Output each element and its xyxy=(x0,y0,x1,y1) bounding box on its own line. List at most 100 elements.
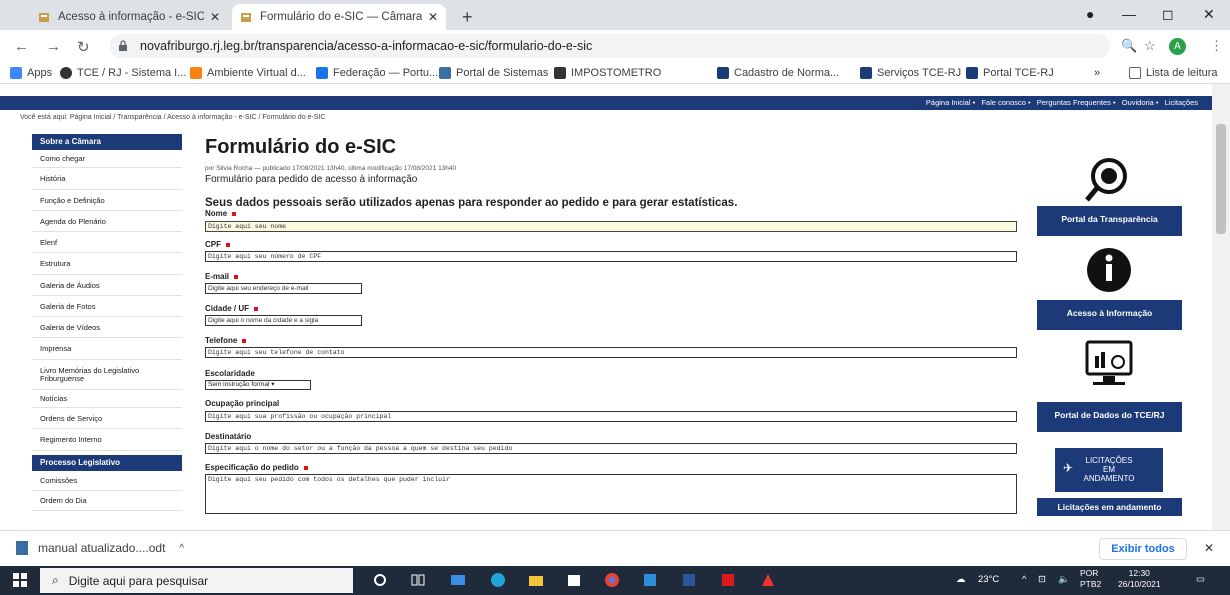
ocupacao-input[interactable]: Digite aqui sua profissão ou ocupação pr… xyxy=(205,411,1017,422)
task-view-icon[interactable] xyxy=(410,572,426,588)
tab-acesso-informacao[interactable]: Acesso à informação - e-SIC — C ✕ xyxy=(30,4,228,30)
sidebar-item[interactable]: Livro Memórias do Legislativo Friburguen… xyxy=(32,360,182,390)
nav-perguntas-frequentes[interactable]: Perguntas Frequentes xyxy=(1037,98,1111,107)
monitor-chart-icon[interactable] xyxy=(1037,334,1182,404)
nome-input[interactable]: Digite aqui seu nome xyxy=(205,221,1017,232)
escolaridade-select[interactable]: Sem instrução formal ▾ xyxy=(205,380,311,390)
close-icon[interactable]: ✕ xyxy=(210,10,220,24)
sidebar-item[interactable]: Regimento Interno xyxy=(32,429,182,451)
maximize-icon[interactable]: ◻ xyxy=(1162,6,1174,23)
sidebar-item[interactable]: Como chegar xyxy=(32,150,182,168)
app-red-icon[interactable] xyxy=(760,572,776,588)
banner-licitacoes[interactable]: Licitações em andamento xyxy=(1037,498,1182,516)
store-icon[interactable] xyxy=(566,572,582,588)
bookmark-label: Cadastro de Norma... xyxy=(734,67,840,79)
chevron-up-icon[interactable]: ^ xyxy=(179,543,184,554)
email-input[interactable]: Digite aqui seu endereço de e-mail xyxy=(205,283,362,294)
star-icon[interactable]: ☆ xyxy=(1144,38,1156,54)
download-shelf: manual atualizado....odt ^ Exibir todos … xyxy=(0,530,1230,566)
reload-icon[interactable]: ↻ xyxy=(77,38,90,56)
bookmark-apps[interactable]: Apps xyxy=(10,67,52,79)
notifications-icon[interactable]: ▭ xyxy=(1196,574,1205,585)
windows-start-icon[interactable] xyxy=(12,572,28,588)
page-scrollbar[interactable] xyxy=(1212,84,1230,530)
sidebar-item[interactable]: Notícias xyxy=(32,390,182,408)
weather-icon[interactable]: ☁ xyxy=(956,574,966,585)
acrobat-icon[interactable] xyxy=(720,572,736,588)
tray-chevron-icon[interactable]: ^ xyxy=(1022,574,1026,585)
sidebar-item[interactable]: Galeria de Áudios xyxy=(32,275,182,296)
sidebar-item[interactable]: Galeria de Fotos xyxy=(32,296,182,317)
sidebar-section-processo[interactable]: Processo Legislativo xyxy=(32,455,182,471)
required-marker xyxy=(303,465,308,470)
nav-ouvidoria[interactable]: Ouvidoria xyxy=(1122,98,1154,107)
sidebar-item[interactable]: Galeria de Vídeos xyxy=(32,317,182,338)
transparencia-graphic[interactable] xyxy=(1037,154,1182,204)
info-icon[interactable] xyxy=(1037,242,1182,300)
sidebar-item[interactable]: Comissões xyxy=(32,471,182,491)
close-icon[interactable]: ✕ xyxy=(428,10,438,24)
banner-acesso-informacao[interactable]: Acesso à Informação xyxy=(1037,300,1182,330)
show-all-downloads-button[interactable]: Exibir todos xyxy=(1099,538,1187,560)
sidebar-item[interactable]: Função e Definição xyxy=(32,190,182,211)
telefone-input[interactable]: Digite aqui seu telefone de contato xyxy=(205,347,1017,358)
bookmark-portal-sistemas[interactable]: Portal de Sistemas xyxy=(439,67,548,79)
bookmark-federacao[interactable]: Federação — Portu... xyxy=(316,67,438,79)
profile-avatar[interactable]: A xyxy=(1169,38,1186,55)
language-indicator[interactable]: POR PTB2 xyxy=(1080,568,1101,590)
bookmark-impostometro[interactable]: IMPOSTOMETRO xyxy=(554,67,661,79)
cpf-input[interactable]: Digite aqui seu número de CPF xyxy=(205,251,1017,262)
nav-pagina-inicial[interactable]: Página Inicial xyxy=(926,98,971,107)
close-shelf-icon[interactable]: ✕ xyxy=(1204,541,1214,555)
pedido-textarea[interactable]: Digite aqui seu pedido com todos os deta… xyxy=(205,474,1017,514)
calculator-icon[interactable] xyxy=(642,572,658,588)
zoom-icon[interactable]: 🔍 xyxy=(1121,38,1137,54)
taskbar-search[interactable]: ⌕ Digite aqui para pesquisar xyxy=(40,568,353,593)
minimize-icon[interactable]: — xyxy=(1122,6,1136,22)
window-close-icon[interactable]: ✕ xyxy=(1203,6,1215,23)
sidebar-item[interactable]: História xyxy=(32,168,182,190)
bookmark-tce-sistema[interactable]: TCE / RJ - Sistema I... xyxy=(60,67,186,79)
menu-kebab-icon[interactable]: ⋮ xyxy=(1210,38,1223,54)
word-icon[interactable] xyxy=(681,572,697,588)
volume-icon[interactable]: 🔈 xyxy=(1058,574,1070,585)
banner-portal-transparencia[interactable]: Portal da Transparência xyxy=(1037,206,1182,236)
reading-list[interactable]: Lista de leitura xyxy=(1129,67,1218,79)
temperature[interactable]: 23°C xyxy=(978,574,999,585)
clock[interactable]: 12:30 26/10/2021 xyxy=(1118,568,1161,590)
back-arrow-icon[interactable]: ← xyxy=(14,38,29,55)
bookmark-portal-tce[interactable]: Portal TCE-RJ xyxy=(966,67,1054,79)
download-item[interactable]: manual atualizado....odt ^ xyxy=(16,541,184,555)
scrollbar-thumb[interactable] xyxy=(1216,124,1226,234)
sidebar-item[interactable]: Imprensa xyxy=(32,338,182,360)
tab-formulario-esic[interactable]: Formulário do e-SIC — Câmara N ✕ xyxy=(232,4,446,30)
sidebar-item[interactable]: Ordens de Serviço xyxy=(32,408,182,429)
nav-fale-conosco[interactable]: Fale conosco xyxy=(981,98,1026,107)
banner-portal-dados-tce[interactable]: Portal de Dados do TCE/RJ xyxy=(1037,402,1182,432)
cidade-input[interactable]: Digite aqui o nome da cidade e a sigla xyxy=(205,315,362,326)
bookmark-ambiente-virtual[interactable]: Ambiente Virtual d... xyxy=(190,67,306,79)
main-content: Formulário do e-SIC por Silvia Rocha — p… xyxy=(205,134,1020,529)
cortana-icon[interactable] xyxy=(372,572,388,588)
sidebar-item[interactable]: Elenf xyxy=(32,232,182,253)
chrome-icon[interactable] xyxy=(604,572,620,588)
destinatario-input[interactable]: Digite aqui o nome do setor ou a função … xyxy=(205,443,1017,454)
forward-arrow-icon[interactable]: → xyxy=(46,38,61,55)
bookmark-cadastro-norma[interactable]: Cadastro de Norma... xyxy=(717,67,839,79)
file-explorer-icon[interactable] xyxy=(528,572,544,588)
field-label-pedido: Especificação do pedido xyxy=(205,463,308,472)
profile-dot-icon[interactable]: ● xyxy=(1086,6,1094,22)
network-icon[interactable]: ⊡ xyxy=(1038,574,1046,585)
sidebar-item[interactable]: Estrutura xyxy=(32,253,182,275)
new-tab-button[interactable]: + xyxy=(462,7,473,28)
sidebar-section-sobre[interactable]: Sobre a Câmara xyxy=(32,134,182,150)
nav-licitacoes[interactable]: Licitações xyxy=(1165,98,1198,107)
bookmark-servicos-tce[interactable]: Serviços TCE-RJ xyxy=(860,67,961,79)
bookmarks-overflow[interactable]: » xyxy=(1094,67,1100,79)
edge-icon[interactable] xyxy=(490,572,506,588)
licitacoes-badge[interactable]: ✈ LICITAÇÕES EM ANDAMENTO xyxy=(1037,444,1182,496)
address-bar[interactable]: novafriburgo.rj.leg.br/transparencia/ace… xyxy=(110,34,1110,58)
sidebar-item[interactable]: Ordem do Dia xyxy=(32,491,182,511)
mail-icon[interactable] xyxy=(450,572,466,588)
sidebar-item[interactable]: Agenda do Plenário xyxy=(32,211,182,232)
